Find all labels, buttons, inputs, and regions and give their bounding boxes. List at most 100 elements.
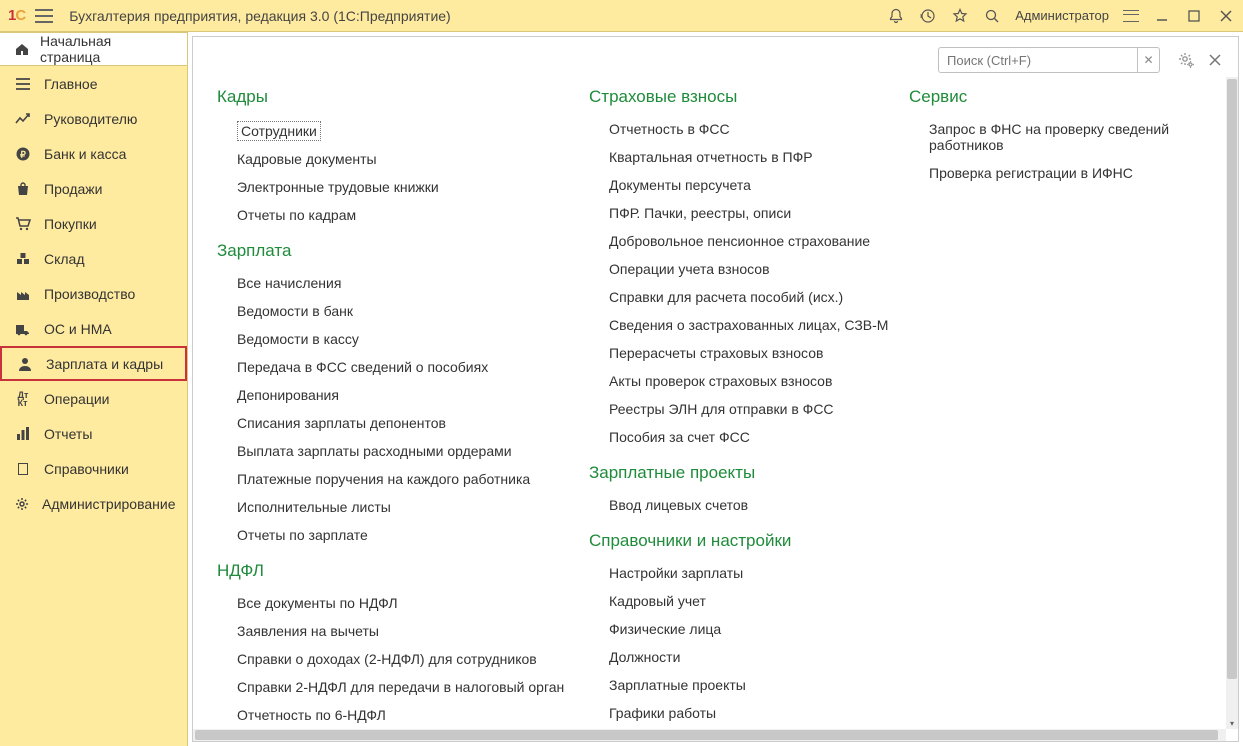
search-box[interactable]: ✕ xyxy=(938,47,1160,73)
link-item[interactable]: Справки о доходах (2-НДФЛ) для сотрудник… xyxy=(237,651,589,667)
dtct-icon: ДтКт xyxy=(14,390,32,408)
main-menu-icon[interactable] xyxy=(35,9,53,23)
link-item[interactable]: Реестры ЭЛН для отправки в ФСС xyxy=(609,401,909,417)
link-item[interactable]: Зарплатные проекты xyxy=(609,677,909,693)
link-item[interactable]: Депонирования xyxy=(237,387,589,403)
star-icon[interactable] xyxy=(951,7,969,25)
link-item[interactable]: Пособия за счет ФСС xyxy=(609,429,909,445)
link-item[interactable]: Сведения о застрахованных лицах, СЗВ-М xyxy=(609,317,909,333)
vertical-scrollbar[interactable]: ▾ xyxy=(1226,77,1238,729)
sidebar-label: Склад xyxy=(44,251,85,267)
sidebar-item-12[interactable]: Администрирование xyxy=(0,486,187,521)
factory-icon xyxy=(14,285,32,303)
sidebar-item-8[interactable]: Зарплата и кадры xyxy=(0,346,187,381)
maximize-icon[interactable] xyxy=(1185,7,1203,25)
boxes-icon xyxy=(14,250,32,268)
link-item[interactable]: Проверка регистрации в ИФНС xyxy=(929,165,1214,181)
minimize-icon[interactable] xyxy=(1153,7,1171,25)
link-item[interactable]: Операции учета взносов xyxy=(609,261,909,277)
link-item[interactable]: Добровольное пенсионное страхование xyxy=(609,233,909,249)
sidebar-item-1[interactable]: Руководителю xyxy=(0,101,187,136)
sidebar-item-9[interactable]: ДтКт Операции xyxy=(0,381,187,416)
history-icon[interactable] xyxy=(919,7,937,25)
link-item[interactable]: Перерасчеты страховых взносов xyxy=(609,345,909,361)
link-item[interactable]: Списания зарплаты депонентов xyxy=(237,415,589,431)
bell-icon[interactable] xyxy=(887,7,905,25)
home-label: Начальная страница xyxy=(40,33,173,65)
close-icon[interactable] xyxy=(1217,7,1235,25)
sidebar-item-4[interactable]: Покупки xyxy=(0,206,187,241)
sidebar-item-7[interactable]: ОС и НМА xyxy=(0,311,187,346)
sidebar-label: Руководителю xyxy=(44,111,137,127)
user-label[interactable]: Администратор xyxy=(1015,8,1109,23)
sidebar-item-5[interactable]: Склад xyxy=(0,241,187,276)
link-item[interactable]: Кадровый учет xyxy=(609,593,909,609)
content-area: ✕ Кадры Сотрудники Кадровые документы Элект… xyxy=(192,36,1239,742)
link-item[interactable]: Исполнительные листы xyxy=(237,499,589,515)
sidebar-label: Продажи xyxy=(44,181,102,197)
section-title[interactable]: НДФЛ xyxy=(217,561,589,581)
link-item[interactable]: ПФР. Пачки, реестры, описи xyxy=(609,205,909,221)
sidebar-item-10[interactable]: Отчеты xyxy=(0,416,187,451)
link-item[interactable]: Выплата зарплаты расходными ордерами xyxy=(237,443,589,459)
link-item[interactable]: Платежные поручения на каждого работника xyxy=(237,471,589,487)
search-icon[interactable] xyxy=(983,7,1001,25)
link-item[interactable]: Все начисления xyxy=(237,275,589,291)
link-item[interactable]: Ведомости в кассу xyxy=(237,331,589,347)
sidebar-label: ОС и НМА xyxy=(44,321,112,337)
link-item[interactable]: Справки для расчета пособий (исх.) xyxy=(609,289,909,305)
sidebar-label: Производство xyxy=(44,286,135,302)
sidebar-label: Покупки xyxy=(44,216,97,232)
link-item[interactable]: Графики работы xyxy=(609,705,909,721)
link-item[interactable]: Документы персучета xyxy=(609,177,909,193)
book-icon xyxy=(14,460,32,478)
home-item[interactable]: Начальная страница xyxy=(0,32,187,66)
link-item[interactable]: Квартальная отчетность в ПФР xyxy=(609,149,909,165)
link-item[interactable]: Справки 2-НДФЛ для передачи в налоговый … xyxy=(237,679,589,695)
ruble-icon: ₽ xyxy=(14,145,32,163)
sidebar-item-2[interactable]: ₽Банк и касса xyxy=(0,136,187,171)
link-item[interactable]: Сотрудники xyxy=(237,121,321,141)
user-menu-icon[interactable] xyxy=(1123,10,1139,22)
section-title[interactable]: Страховые взносы xyxy=(589,87,909,107)
link-item[interactable]: Отчеты по кадрам xyxy=(237,207,589,223)
home-icon xyxy=(14,41,30,57)
section-title[interactable]: Зарплатные проекты xyxy=(589,463,909,483)
sidebar-label: Зарплата и кадры xyxy=(46,356,163,372)
settings-gear-icon[interactable] xyxy=(1176,50,1196,70)
search-clear-icon[interactable]: ✕ xyxy=(1137,48,1159,72)
link-item[interactable]: Запрос в ФНС на проверку сведений работн… xyxy=(929,121,1214,153)
link-item[interactable]: Акты проверок страховых взносов xyxy=(609,373,909,389)
link-item[interactable]: Кадровые документы xyxy=(237,151,589,167)
link-item[interactable]: Передача в ФСС сведений о пособиях xyxy=(237,359,589,375)
link-item[interactable]: Ведомости в банк xyxy=(237,303,589,319)
section-title[interactable]: Кадры xyxy=(217,87,589,107)
sidebar-item-3[interactable]: Продажи xyxy=(0,171,187,206)
sidebar-label: Отчеты xyxy=(44,426,92,442)
link-item[interactable]: Отчетность по 6-НДФЛ xyxy=(237,707,589,723)
link-item[interactable]: Физические лица xyxy=(609,621,909,637)
link-item[interactable]: Отчетность в ФСС xyxy=(609,121,909,137)
section-title[interactable]: Справочники и настройки xyxy=(589,531,909,551)
search-input[interactable] xyxy=(939,53,1137,68)
sidebar-label: Операции xyxy=(44,391,110,407)
section-title[interactable]: Сервис xyxy=(909,87,1214,107)
link-item[interactable]: Должности xyxy=(609,649,909,665)
panel-close-icon[interactable] xyxy=(1208,53,1222,67)
menu-icon xyxy=(14,75,32,93)
link-item[interactable]: Заявления на вычеты xyxy=(237,623,589,639)
section-title[interactable]: Зарплата xyxy=(217,241,589,261)
cart-icon xyxy=(14,215,32,233)
sidebar-label: Справочники xyxy=(44,461,129,477)
sidebar-item-0[interactable]: Главное xyxy=(0,66,187,101)
horizontal-scrollbar[interactable] xyxy=(193,729,1226,741)
link-item[interactable]: Электронные трудовые книжки xyxy=(237,179,589,195)
sidebar-item-11[interactable]: Справочники xyxy=(0,451,187,486)
link-item[interactable]: Ввод лицевых счетов xyxy=(609,497,909,513)
title-bar: 1C Бухгалтерия предприятия, редакция 3.0… xyxy=(0,0,1243,32)
chart-icon xyxy=(14,425,32,443)
sidebar-item-6[interactable]: Производство xyxy=(0,276,187,311)
link-item[interactable]: Все документы по НДФЛ xyxy=(237,595,589,611)
link-item[interactable]: Отчеты по зарплате xyxy=(237,527,589,543)
link-item[interactable]: Настройки зарплаты xyxy=(609,565,909,581)
